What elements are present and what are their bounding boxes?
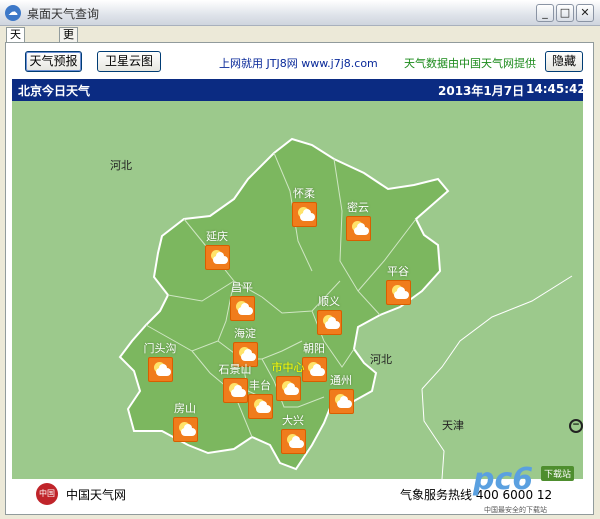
tab-weather-query[interactable]: 天气查询 [6, 27, 25, 83]
satellite-button[interactable]: 卫星云图 [97, 51, 161, 72]
header-date: 2013年1月7日 [438, 84, 525, 98]
partly-cloudy-icon [147, 357, 173, 382]
district-tongzhou[interactable]: 通州 [301, 372, 381, 414]
site-link[interactable]: 上网就用 JTJ8网 www.j7j8.com [219, 55, 378, 71]
district-pinggu[interactable]: 平谷 [358, 263, 438, 305]
district-changping[interactable]: 昌平 [202, 279, 282, 321]
window-title: 桌面天气查询 [27, 7, 100, 21]
partly-cloudy-icon [328, 389, 354, 414]
app-icon: ☁ [5, 5, 21, 21]
pc6-watermark: pc6 [473, 462, 534, 497]
data-source-text: 天气数据由中国天气网提供 [404, 57, 536, 70]
partly-cloudy-icon [204, 245, 230, 270]
minimize-button[interactable]: _ [536, 4, 554, 22]
partly-cloudy-icon [280, 429, 306, 454]
district-label: 海淀 [234, 327, 256, 340]
district-miyun[interactable]: 密云 [318, 199, 398, 241]
district-shunyi[interactable]: 顺义 [289, 293, 369, 335]
district-label: 平谷 [387, 265, 409, 278]
hide-button[interactable]: 隐藏 [545, 51, 583, 72]
district-label: 顺义 [318, 295, 340, 308]
district-label: 密云 [347, 201, 369, 214]
watermark-badge: 下载站 [541, 466, 575, 481]
window-titlebar[interactable]: ☁ 桌面天气查询 _ □ ✕ [0, 0, 600, 26]
district-daxing[interactable]: 大兴 [253, 412, 333, 454]
partly-cloudy-icon [229, 296, 255, 321]
district-label: 房山 [174, 402, 196, 415]
partly-cloudy-icon [316, 310, 342, 335]
region-hebei-left: 河北 [110, 159, 132, 172]
partly-cloudy-icon [345, 216, 371, 241]
header-title: 北京今日天气 [18, 84, 91, 98]
partly-cloudy-icon [291, 202, 317, 227]
district-yanqing[interactable]: 延庆 [177, 228, 257, 270]
footer-brand[interactable]: 中国天气网 [66, 486, 126, 503]
district-label: 门头沟 [143, 342, 177, 355]
district-fangshan[interactable]: 房山 [145, 400, 225, 442]
watermark-caption: 中国最安全的下载站 [484, 506, 547, 514]
district-label: 昌平 [231, 281, 253, 294]
district-label: 丰台 [249, 379, 271, 392]
weather-header: 北京今日天气 2013年1月7日 14:45:42 [12, 79, 586, 101]
partly-cloudy-icon [385, 280, 411, 305]
zoom-out-icon[interactable]: − [569, 419, 583, 433]
district-label: 通州 [330, 374, 352, 387]
region-hebei-right: 河北 [370, 353, 392, 366]
district-label: 延庆 [206, 230, 228, 243]
maximize-button[interactable]: □ [556, 4, 574, 22]
district-label: 朝阳 [303, 342, 325, 355]
tab-update-notes[interactable]: 更新说明 [59, 27, 78, 83]
region-tianjin: 天津 [442, 419, 464, 432]
district-mentougou[interactable]: 门头沟 [120, 340, 200, 382]
forecast-button[interactable]: 天气预报 [25, 51, 82, 72]
district-label: 大兴 [282, 414, 304, 427]
partly-cloudy-icon [172, 417, 198, 442]
close-button[interactable]: ✕ [576, 4, 594, 22]
weather-china-logo: 中国 [36, 483, 58, 505]
beijing-map[interactable]: 河北 河北 天津 怀柔 密云 延庆 平谷 昌平 顺义 海淀 门头沟 朝阳 石景山 [12, 101, 583, 479]
header-time: 14:45:42 [526, 82, 586, 96]
